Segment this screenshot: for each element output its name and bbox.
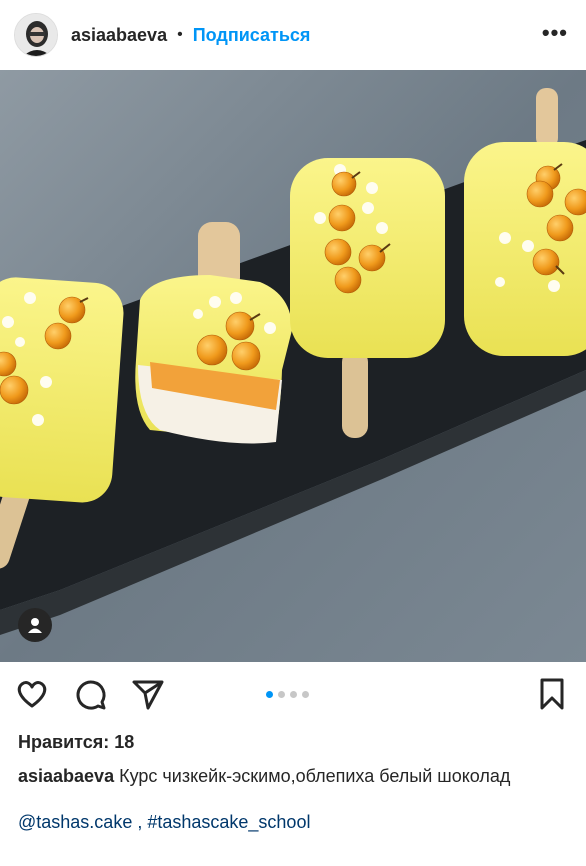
post-caption: asiaabaeva Курс чизкейк-эскимо,облепиха … [18,764,558,788]
profile-avatar[interactable] [14,13,58,57]
like-heart-icon[interactable] [14,676,50,712]
carousel-dot [302,691,309,698]
more-options-icon[interactable]: ••• [542,20,568,46]
save-bookmark-icon[interactable] [534,676,570,712]
post-photo[interactable] [0,70,586,662]
carousel-dot-active [266,691,273,698]
share-paper-plane-icon[interactable] [130,676,166,712]
follow-button[interactable]: Подписаться [193,25,311,46]
carousel-dot [278,691,285,698]
hashtag-link[interactable]: #tashascake_school [147,812,310,832]
action-bar [0,662,586,728]
post-header: asiaabaeva • Подписаться ••• [0,0,586,70]
mention-link[interactable]: @tashas.cake [18,812,132,832]
carousel-indicator [266,691,309,698]
header-username[interactable]: asiaabaeva [71,25,167,46]
caption-text: Курс чизкейк-эскимо,облепиха белый шокол… [119,766,511,786]
likes-count[interactable]: Нравится: 18 [18,732,134,753]
caption-username[interactable]: asiaabaeva [18,766,114,786]
person-icon [28,618,42,633]
comment-bubble-icon[interactable] [72,676,108,712]
caption-tags: @tashas.cake , #tashascake_school [18,812,310,833]
tag-separator: , [132,812,148,832]
carousel-dot [290,691,297,698]
tagged-users-button[interactable] [18,608,52,642]
separator-dot: • [177,26,183,43]
